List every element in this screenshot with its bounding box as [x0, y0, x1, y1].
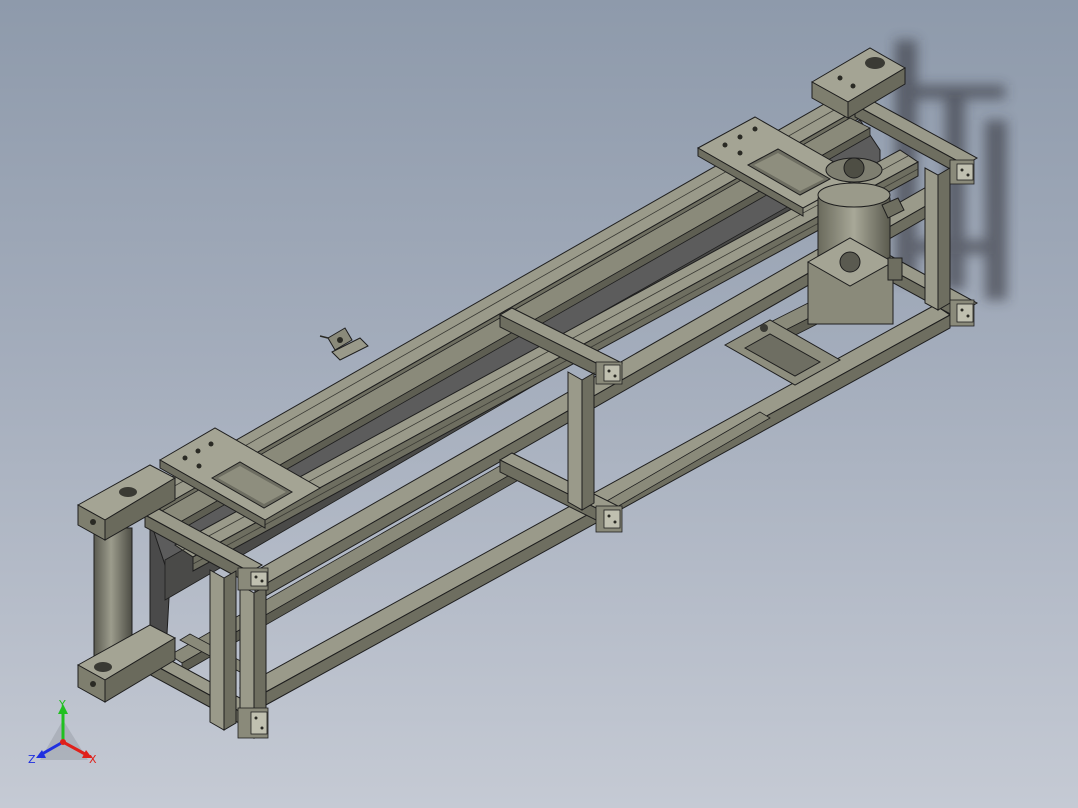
graphics-viewport[interactable]: Y X Z: [0, 0, 1078, 808]
z-axis-label: Z: [28, 753, 36, 766]
y-axis-label: Y: [58, 698, 66, 711]
triad-origin: [60, 739, 66, 745]
x-axis-label: X: [89, 753, 97, 766]
sensor-bracket: [319, 327, 369, 361]
coordinate-triad[interactable]: Y X Z: [28, 698, 97, 766]
conveyor-model[interactable]: Y X Z: [0, 0, 1078, 808]
